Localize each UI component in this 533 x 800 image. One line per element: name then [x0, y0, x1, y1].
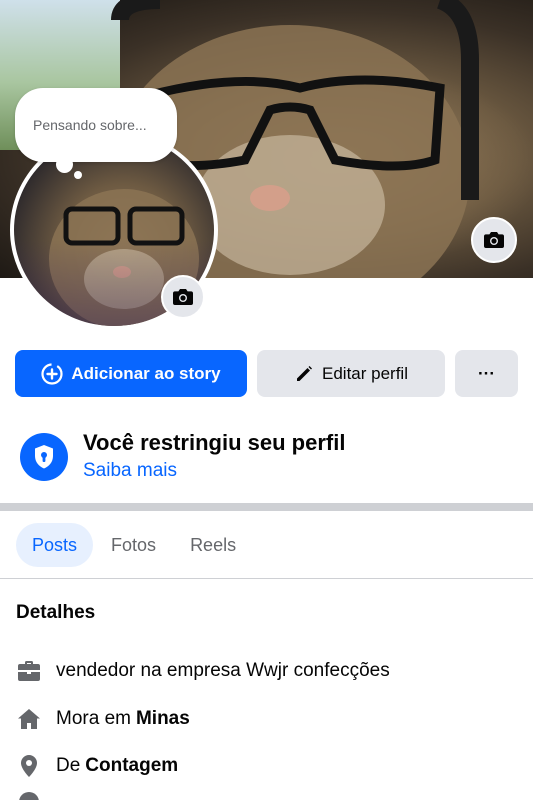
restricted-title: Você restringiu seu perfil	[83, 430, 346, 455]
briefcase-icon	[16, 658, 42, 684]
restricted-profile-notice: Você restringiu seu perfil Saiba mais	[20, 428, 520, 488]
detail-from-place[interactable]: Contagem	[85, 755, 178, 777]
pencil-icon	[294, 364, 314, 384]
thought-bubble-dot-small	[74, 171, 82, 179]
tab-photos[interactable]: Fotos	[95, 523, 172, 567]
detail-from-prefix: De	[56, 755, 81, 776]
detail-work-text: vendedor na empresa Wwjr confecções	[56, 660, 390, 681]
add-story-label: Adicionar ao story	[71, 363, 221, 383]
learn-more-link[interactable]: Saiba mais	[83, 460, 177, 482]
more-options-button[interactable]: ···	[455, 350, 518, 397]
shield-lock-icon	[20, 433, 68, 481]
detail-work: vendedor na empresa Wwjr confecções	[16, 658, 390, 684]
edit-profile-label: Editar perfil	[322, 363, 408, 383]
next-detail-icon	[19, 792, 39, 800]
camera-icon	[173, 289, 193, 305]
more-options-icon: ···	[478, 363, 495, 383]
detail-lives-in-prefix: Mora em	[56, 708, 131, 729]
edit-profile-button[interactable]: Editar perfil	[257, 350, 445, 397]
cover-camera-button[interactable]	[471, 217, 517, 263]
tab-posts[interactable]: Posts	[16, 523, 94, 567]
tabs-divider	[0, 578, 533, 579]
tab-reels[interactable]: Reels	[174, 523, 252, 567]
thought-bubble[interactable]: Pensando sobre...	[15, 88, 177, 162]
home-icon	[16, 706, 42, 732]
thought-bubble-dot-large	[56, 156, 73, 173]
thought-bubble-text: Pensando sobre...	[33, 117, 147, 133]
detail-from: De Contagem	[16, 753, 178, 779]
details-title: Detalhes	[16, 602, 96, 623]
add-story-button[interactable]: Adicionar ao story	[15, 350, 247, 397]
avatar-camera-button[interactable]	[161, 275, 205, 319]
detail-lives-in: Mora em Minas	[16, 706, 190, 732]
plus-circle-icon	[41, 362, 63, 385]
detail-lives-in-place[interactable]: Minas	[136, 708, 190, 730]
location-pin-icon	[16, 753, 42, 779]
section-divider	[0, 503, 533, 511]
profile-tabs: Posts Fotos Reels	[16, 523, 254, 567]
camera-icon	[484, 232, 504, 248]
